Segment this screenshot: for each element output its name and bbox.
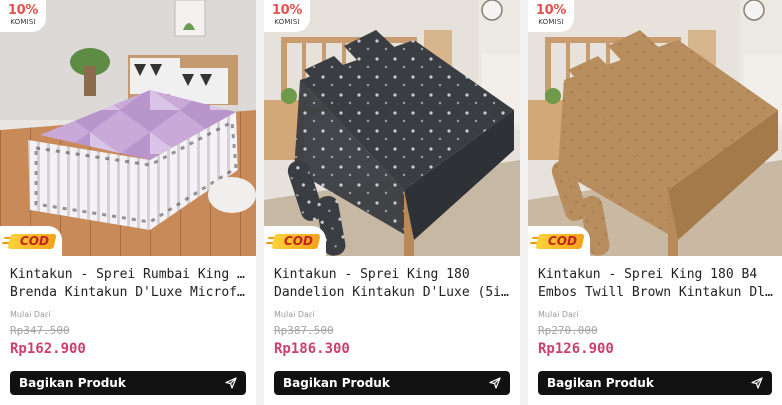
commission-label: KOMISI	[274, 18, 300, 26]
commission-badge: 10% KOMISI	[264, 0, 310, 32]
cod-badge: COD	[528, 226, 590, 256]
product-image[interactable]	[0, 0, 256, 256]
product-title-line2: Dandelion Kintakun D'Luxe (5in1)…	[274, 285, 512, 300]
sale-price: Rp162.900	[10, 341, 86, 357]
product-card[interactable]: 10% KOMISI COD Kintakun - Sprei King 180…	[528, 0, 782, 405]
commission-percent: 10%	[7, 3, 39, 18]
price-prefix: Mulai Dari	[10, 310, 51, 319]
product-image[interactable]	[528, 0, 782, 256]
product-title-line1: Kintakun - Sprei King 180 B4	[538, 267, 758, 282]
send-icon	[489, 377, 501, 389]
original-price: Rp270.000	[538, 324, 598, 337]
product-grid: 10% KOMISI COD Kintakun - Sprei Rumbai K…	[0, 0, 782, 405]
send-icon	[225, 377, 237, 389]
cod-badge: COD	[0, 226, 62, 256]
original-price: Rp347.500	[10, 324, 70, 337]
product-title-line2: Brenda Kintakun D'Luxe Microfib…	[10, 285, 248, 300]
commission-label: KOMISI	[538, 18, 564, 26]
cod-label: COD	[548, 234, 577, 248]
commission-label: KOMISI	[10, 18, 36, 26]
cod-label: COD	[284, 234, 313, 248]
sale-price: Rp126.900	[538, 341, 614, 357]
product-title[interactable]: Kintakun - Sprei Rumbai King 180 Brenda …	[10, 266, 248, 302]
product-card[interactable]: 10% KOMISI COD Kintakun - Sprei Rumbai K…	[0, 0, 256, 405]
product-title[interactable]: Kintakun - Sprei King 180 B4 Embos Twill…	[538, 266, 774, 302]
share-product-button[interactable]: Bagikan Produk	[274, 371, 510, 395]
product-title-line1: Kintakun - Sprei Rumbai King 180	[10, 267, 248, 282]
product-title-line1: Kintakun - Sprei King 180	[274, 267, 470, 282]
product-card[interactable]: 10% KOMISI COD Kintakun - Sprei King 180…	[264, 0, 520, 405]
cod-label: COD	[20, 234, 49, 248]
commission-percent: 10%	[271, 3, 303, 18]
cod-badge: COD	[264, 226, 326, 256]
share-product-button[interactable]: Bagikan Produk	[538, 371, 772, 395]
share-product-label: Bagikan Produk	[547, 376, 654, 390]
price-prefix: Mulai Dari	[538, 310, 579, 319]
share-product-label: Bagikan Produk	[19, 376, 126, 390]
commission-percent: 10%	[535, 3, 567, 18]
price-prefix: Mulai Dari	[274, 310, 315, 319]
commission-badge: 10% KOMISI	[528, 0, 574, 32]
product-image[interactable]	[264, 0, 520, 256]
sale-price: Rp186.300	[274, 341, 350, 357]
original-price: Rp387.500	[274, 324, 334, 337]
product-title-line2: Embos Twill Brown Kintakun Dlux…	[538, 285, 774, 300]
product-title[interactable]: Kintakun - Sprei King 180 Dandelion Kint…	[274, 266, 512, 302]
share-product-button[interactable]: Bagikan Produk	[10, 371, 246, 395]
share-product-label: Bagikan Produk	[283, 376, 390, 390]
send-icon	[751, 377, 763, 389]
commission-badge: 10% KOMISI	[0, 0, 46, 32]
